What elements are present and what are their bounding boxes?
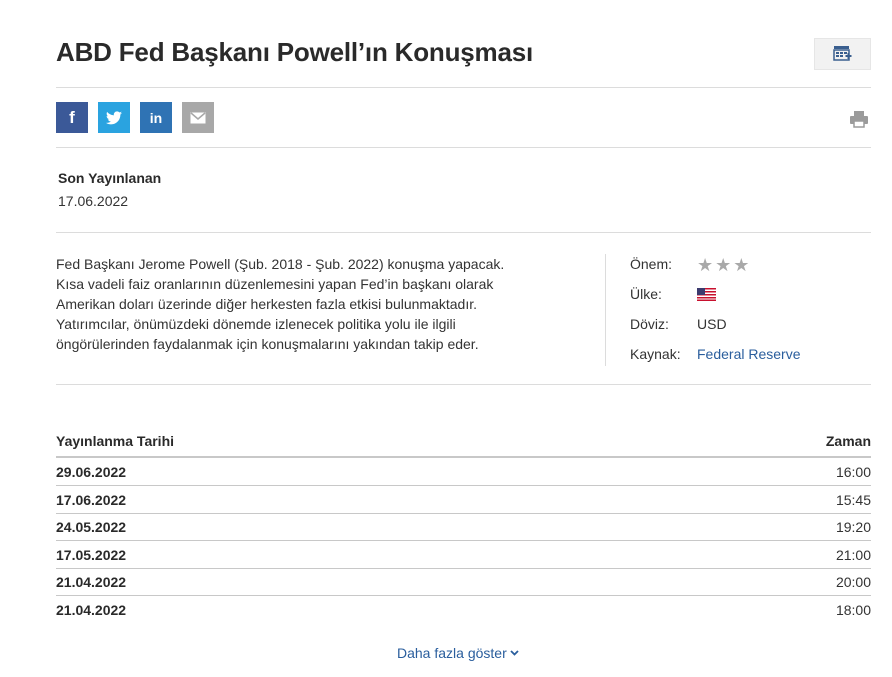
table-row: 29.06.2022 16:00 <box>56 458 871 486</box>
table-row: 24.05.2022 19:20 <box>56 513 871 541</box>
table-row: 21.04.2022 18:00 <box>56 596 871 623</box>
email-icon <box>190 111 206 123</box>
divider <box>56 147 871 148</box>
importance-label: Önem: <box>630 256 673 272</box>
linkedin-icon: in <box>149 109 163 126</box>
divider <box>56 87 871 88</box>
facebook-icon: f <box>69 107 75 127</box>
source-label: Kaynak: <box>630 346 681 362</box>
country-label: Ülke: <box>630 286 662 302</box>
row-date: 17.05.2022 <box>56 547 127 563</box>
table-row: 21.04.2022 20:00 <box>56 568 871 596</box>
row-date: 29.06.2022 <box>56 464 127 480</box>
latest-label: Son Yayınlanan <box>58 170 162 186</box>
calendar-add-icon <box>832 46 851 61</box>
col-header-time: Zaman <box>825 433 871 449</box>
show-more-label: Daha fazla göster <box>397 645 507 661</box>
twitter-share-button[interactable] <box>98 102 130 133</box>
row-time: 21:00 <box>835 547 871 563</box>
star-icon: ★ <box>733 255 750 275</box>
email-share-button[interactable] <box>182 102 214 133</box>
row-time: 19:20 <box>835 519 871 535</box>
linkedin-share-button[interactable]: in <box>140 102 172 133</box>
divider <box>56 232 871 233</box>
table-row: 17.05.2022 21:00 <box>56 541 871 569</box>
facebook-share-button[interactable]: f <box>56 102 88 133</box>
row-date: 24.05.2022 <box>56 519 127 535</box>
importance-stars: ★ ★ ★ <box>697 256 749 274</box>
description-line: Kısa vadeli faiz oranlarının düzenlemesi… <box>56 276 494 292</box>
page-title: ABD Fed Başkanı Powell’ın Konuşması <box>56 37 533 67</box>
row-time: 15:45 <box>835 492 871 508</box>
row-time: 20:00 <box>835 574 871 590</box>
show-more-link[interactable]: Daha fazla göster <box>397 645 519 661</box>
divider <box>56 384 871 385</box>
row-date: 21.04.2022 <box>56 602 127 618</box>
event-description: Fed Başkanı Jerome Powell (Şub. 2018 - Ş… <box>56 254 556 354</box>
description-line: Yatırımcılar, önümüzdeki dönemde izlenec… <box>56 316 456 332</box>
star-icon: ★ <box>697 255 714 275</box>
share-bar: f in <box>56 102 214 133</box>
source-link[interactable]: Federal Reserve <box>697 346 801 362</box>
table-row: 17.06.2022 15:45 <box>56 486 871 514</box>
latest-date: 17.06.2022 <box>58 193 129 209</box>
print-button[interactable] <box>849 110 869 133</box>
twitter-icon <box>106 110 122 124</box>
row-time: 16:00 <box>835 464 871 480</box>
row-date: 21.04.2022 <box>56 574 127 590</box>
star-icon: ★ <box>715 255 732 275</box>
description-line: öngörülerinden faydalanmak için konuşmal… <box>56 336 479 352</box>
description-line: Amerikan doları üzerinde diğer herkesten… <box>56 296 477 312</box>
vertical-divider <box>605 254 606 366</box>
printer-icon <box>850 111 868 128</box>
col-header-date: Yayınlanma Tarihi <box>56 433 175 449</box>
row-time: 18:00 <box>835 602 871 618</box>
currency-label: Döviz: <box>630 316 669 332</box>
chevron-down-icon <box>510 650 519 656</box>
description-line: Fed Başkanı Jerome Powell (Şub. 2018 - Ş… <box>56 256 505 272</box>
us-flag-icon <box>697 288 716 304</box>
row-date: 17.06.2022 <box>56 492 127 508</box>
add-to-calendar-button[interactable] <box>814 38 871 70</box>
currency-value: USD <box>697 316 727 332</box>
